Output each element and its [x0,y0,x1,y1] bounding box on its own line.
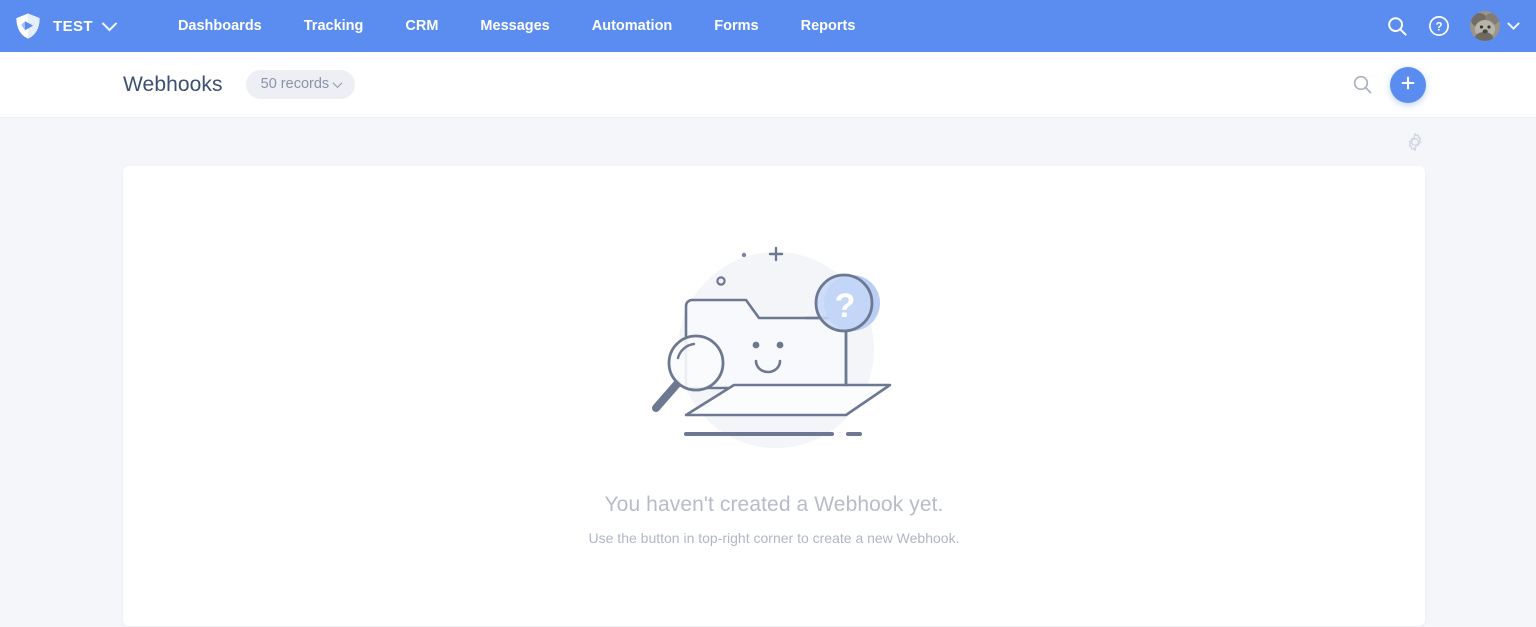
page-header-actions [1352,66,1426,103]
chevron-down-icon [1507,16,1520,30]
gear-icon[interactable] [1405,132,1425,152]
shield-play-logo-icon [14,12,42,40]
chevron-down-icon [332,77,343,88]
page-header: Webhooks 50 records [0,52,1536,118]
records-count-label: 50 records [260,76,330,92]
main-nav-links: Dashboards Tracking CRM Messages Automat… [157,0,876,52]
nav-automation[interactable]: Automation [571,0,694,52]
account-menu[interactable] [1470,11,1520,41]
content-area: ? You haven't created a Webhook yet. Use… [0,118,1536,626]
content-toolbar [123,118,1425,166]
nav-dashboards[interactable]: Dashboards [157,0,283,52]
top-navigation-bar: TEST Dashboards Tracking CRM Messages Au… [0,0,1536,52]
workspace-switcher[interactable]: TEST [10,12,121,40]
nav-messages[interactable]: Messages [459,0,570,52]
svg-text:?: ? [1435,21,1442,33]
add-webhook-button[interactable] [1390,66,1426,103]
help-circle-icon[interactable]: ? [1428,15,1450,37]
page-title: Webhooks [123,72,223,96]
empty-state-card: ? You haven't created a Webhook yet. Use… [123,166,1425,626]
nav-forms[interactable]: Forms [693,0,779,52]
nav-tracking[interactable]: Tracking [283,0,385,52]
nav-reports[interactable]: Reports [780,0,877,52]
svg-text:?: ? [835,287,856,325]
plus-icon [1399,74,1417,95]
empty-state-subtitle: Use the button in top-right corner to cr… [588,530,960,546]
workspace-name: TEST [53,17,93,35]
empty-folder-search-illustration: ? [624,230,924,465]
nav-crm[interactable]: CRM [384,0,459,52]
search-icon[interactable] [1386,15,1408,37]
records-count-dropdown[interactable]: 50 records [245,70,356,99]
nav-actions: ? [1386,11,1520,41]
search-icon[interactable] [1352,74,1373,95]
empty-state-title: You haven't created a Webhook yet. [604,493,944,516]
user-avatar [1470,11,1500,41]
chevron-down-icon [101,15,118,31]
